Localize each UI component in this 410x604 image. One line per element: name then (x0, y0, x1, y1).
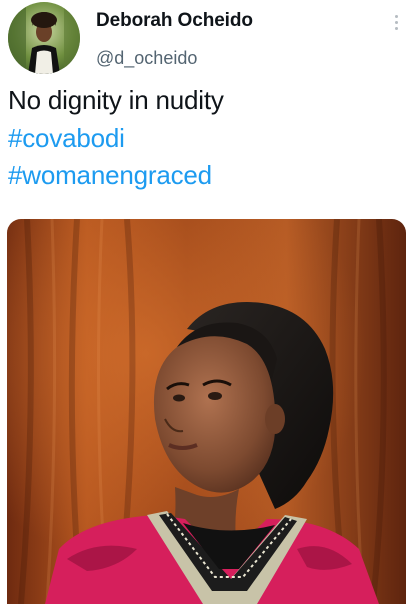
author-handle[interactable]: @d_ocheido (96, 48, 197, 69)
menu-dot (394, 15, 398, 18)
hashtag-covabodi[interactable]: #covabodi (8, 120, 400, 158)
tweet-photo[interactable] (7, 219, 406, 604)
tweet-text: No dignity in nudity #covabodi #womaneng… (8, 82, 400, 195)
author-avatar[interactable] (8, 2, 80, 74)
menu-dot (394, 21, 398, 24)
author-display-name[interactable]: Deborah Ocheido (96, 10, 253, 32)
more-vertical-icon[interactable] (386, 12, 406, 38)
tweet-text-line: No dignity in nudity (8, 85, 224, 115)
hashtag-womanengraced[interactable]: #womanengraced (8, 157, 400, 195)
menu-dot (394, 27, 398, 30)
tweet-card: Deborah Ocheido @d_ocheido No dignity in… (0, 0, 410, 604)
